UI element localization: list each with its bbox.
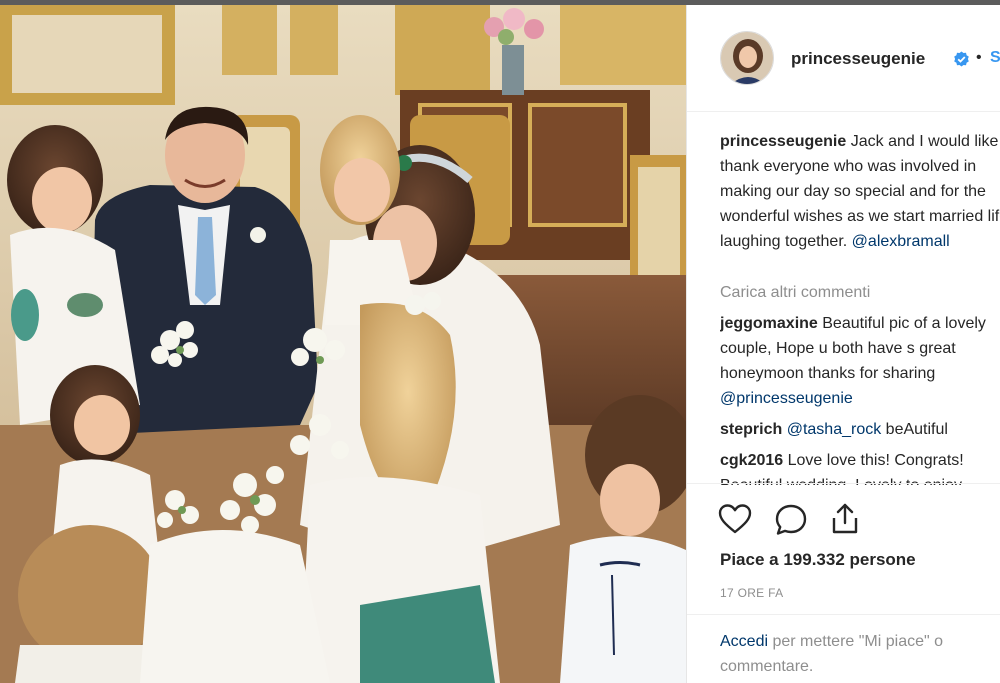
login-text: per mettere "Mi piace" o [768,633,944,650]
comments-list[interactable]: princesseugenie Jack and I would like to… [720,129,1000,485]
comment-text-line: Beautiful pic of a lovely [817,315,986,332]
post-caption: princesseugenie Jack and I would like to… [720,129,1000,281]
comment-text-line: honeymoon thanks for sharing [720,365,936,382]
caption-text-line: thank everyone who was involved in [720,158,977,175]
avatar[interactable] [720,31,774,85]
comment-username[interactable]: cgk2016 [720,452,783,469]
follow-button[interactable]: Segui [990,49,1000,67]
login-link[interactable]: Accedi [720,633,768,650]
comment-username[interactable]: steprich [720,421,782,438]
comment-text: beAutiful [881,421,948,438]
caption-username[interactable]: princesseugenie [720,133,846,150]
comment-bubble-icon[interactable] [773,502,809,538]
comment-mention[interactable]: @tasha_rock [787,421,882,438]
comment-item: cgk2016 Love love this! Congrats! Beauti… [720,448,1000,485]
post-timestamp: 17 ORE FA [720,586,784,600]
caption-text-line: wonderful wishes as we start married lif… [720,208,1000,225]
comment-text-line: couple, Hope u both have s great [720,340,956,357]
likes-suffix: persone [844,550,916,569]
login-text-line2: commentare. [720,658,814,675]
comment-username[interactable]: jeggomaxine [720,315,818,332]
comment-item: steprich @tasha_rock beAutiful [720,417,1000,442]
likes-count[interactable]: Piace a 199.332 persone [720,550,916,570]
post-photo[interactable] [0,5,686,683]
share-icon[interactable] [827,500,863,536]
post-side-panel: princesseugenie • Segui princesseugenie … [687,5,1000,683]
likes-number: 199.332 [783,550,845,569]
comment-item: jeggomaxine Beautiful pic of a lovely co… [720,311,1000,411]
caption-text-line: making our day so special and for the [720,183,986,200]
caption-text-line: laughing together. [720,233,852,250]
caption-text-line: Jack and I would like to [846,133,1000,150]
heart-icon[interactable] [717,502,753,538]
post-header: princesseugenie • Segui [687,5,1000,112]
post-username[interactable]: princesseugenie [791,49,925,69]
post-photo-image [0,5,686,683]
comment-text-line: Love love this! Congrats! [783,452,964,469]
caption-mention[interactable]: @alexbramall [852,233,950,250]
header-separator: • [976,49,982,66]
comment-mention[interactable]: @princesseugenie [720,386,1000,411]
verified-badge-icon [954,51,969,67]
likes-prefix: Piace a [720,550,784,569]
login-prompt: Accedi per mettere "Mi piace" o commenta… [687,614,1000,675]
load-more-comments-button[interactable]: Carica altri commenti [720,281,1000,305]
post-actions: Piace a 199.332 persone 17 ORE FA Accedi… [687,483,1000,683]
